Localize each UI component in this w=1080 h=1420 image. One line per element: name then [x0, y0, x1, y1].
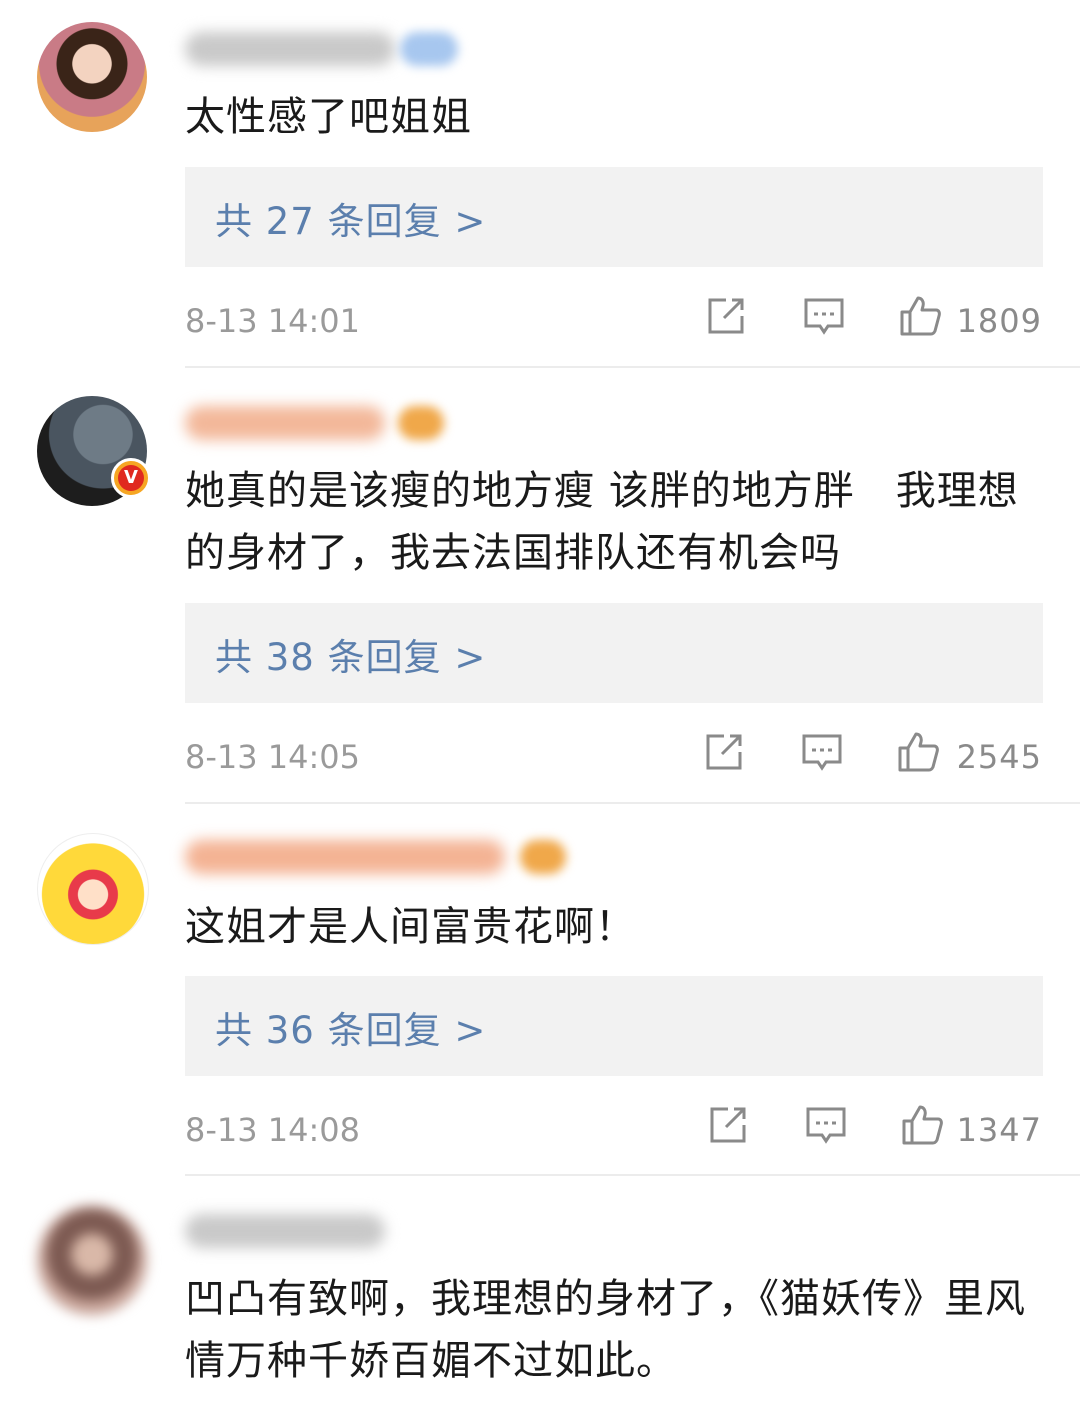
comment-meta: 8-13 14:05 2545: [0, 730, 1080, 790]
avatar[interactable]: [37, 22, 147, 132]
divider: [185, 1174, 1080, 1176]
comment-text: 太性感了吧姐姐: [185, 94, 472, 140]
thumbs-up-icon[interactable]: [896, 730, 940, 774]
replies-button[interactable]: 共 27 条回复 >: [185, 167, 1043, 267]
timestamp: 8-13 14:01: [185, 302, 361, 340]
avatar[interactable]: [37, 1205, 147, 1315]
divider: [185, 366, 1080, 368]
replies-label: 共 38 条回复 >: [215, 636, 487, 679]
username-blurred[interactable]: [185, 840, 505, 874]
replies-button[interactable]: 共 36 条回复 >: [185, 976, 1043, 1076]
share-icon[interactable]: [702, 730, 746, 774]
comment-icon[interactable]: [800, 730, 844, 774]
comment-meta: 8-13 14:01 1809: [0, 294, 1080, 354]
comment-text: 凹凸有致啊，我理想的身材了，《猫妖传》里风情万种千娇百媚不过如此。: [185, 1276, 1026, 1384]
like-count: 1347: [956, 1111, 1042, 1149]
comment-icon[interactable]: [804, 1103, 848, 1147]
username-blurred[interactable]: [185, 406, 385, 440]
comment-icon[interactable]: [802, 294, 846, 338]
replies-label: 共 36 条回复 >: [215, 1009, 487, 1052]
user-badge-blurred: [400, 32, 458, 66]
thumbs-up-icon[interactable]: [898, 294, 942, 338]
username-blurred[interactable]: [185, 32, 395, 66]
timestamp: 8-13 14:08: [185, 1111, 361, 1149]
user-badge-blurred: [520, 840, 566, 874]
replies-button[interactable]: 共 38 条回复 >: [185, 603, 1043, 703]
comment-text: 这姐才是人间富贵花啊！: [185, 904, 636, 950]
avatar[interactable]: V: [37, 396, 151, 506]
thumbs-up-icon[interactable]: [900, 1103, 944, 1147]
share-icon[interactable]: [706, 1103, 750, 1147]
verified-badge: V: [111, 458, 151, 498]
comment-meta: 8-13 14:08 1347: [0, 1103, 1080, 1163]
share-icon[interactable]: [704, 294, 748, 338]
user-badge-blurred: [398, 406, 444, 440]
avatar[interactable]: [37, 833, 149, 945]
replies-label: 共 27 条回复 >: [215, 200, 487, 243]
timestamp: 8-13 14:05: [185, 738, 361, 776]
comment-list: 太性感了吧姐姐 共 27 条回复 > 8-13 14:01 1809 V 她真的…: [0, 0, 1080, 1420]
like-count: 1809: [956, 302, 1042, 340]
divider: [185, 802, 1080, 804]
username-blurred[interactable]: [185, 1214, 385, 1248]
like-count: 2545: [956, 738, 1042, 776]
comment-text: 她真的是该瘦的地方瘦 该胖的地方胖 我理想的身材了，我去法国排队还有机会吗: [185, 468, 1019, 576]
